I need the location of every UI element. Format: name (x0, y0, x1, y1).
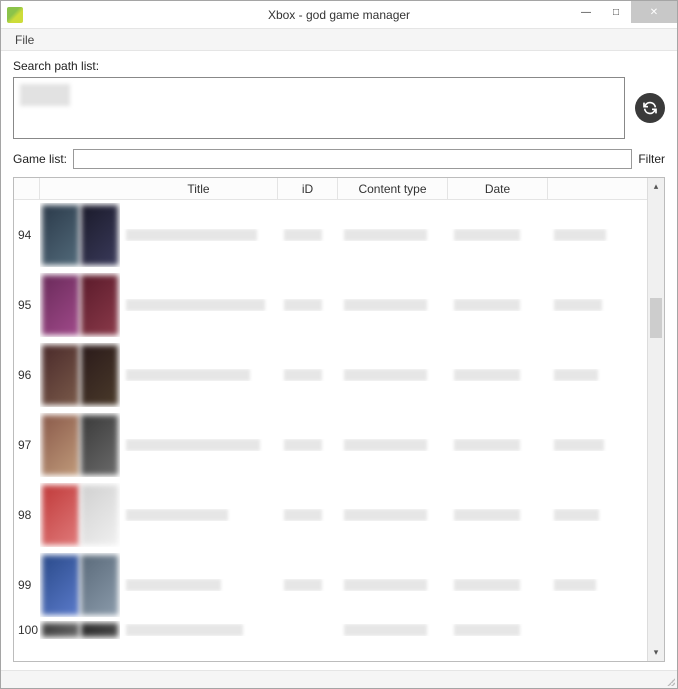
window-controls: — □ ✕ (571, 1, 677, 23)
scroll-up-icon[interactable]: ▴ (648, 178, 664, 195)
scroll-down-icon[interactable]: ▾ (648, 644, 664, 661)
table-body: 94 95 (14, 200, 647, 640)
row-thumbnail (40, 343, 120, 407)
row-date (448, 229, 548, 241)
row-number: 97 (14, 438, 40, 452)
col-extra[interactable] (548, 178, 647, 199)
row-id (278, 579, 338, 591)
gamelist-label: Game list: (13, 152, 67, 166)
table-row[interactable]: 99 (14, 550, 647, 620)
col-content-type[interactable]: Content type (338, 178, 448, 199)
resize-grip[interactable] (665, 676, 675, 686)
row-title (120, 624, 278, 636)
row-thumbnail (40, 273, 120, 337)
app-window: Xbox - god game manager — □ ✕ File Searc… (0, 0, 678, 689)
row-content-type (338, 439, 448, 451)
row-date (448, 369, 548, 381)
col-date[interactable]: Date (448, 178, 548, 199)
vertical-scrollbar[interactable]: ▴ ▾ (647, 178, 664, 661)
search-path-list[interactable] (13, 77, 625, 139)
row-content-type (338, 299, 448, 311)
close-button[interactable]: ✕ (631, 1, 677, 23)
row-number: 95 (14, 298, 40, 312)
refresh-icon (642, 100, 658, 116)
content-area: Search path list: Game list: Filter (1, 51, 677, 670)
table-scroll: Title iD Content type Date 94 (14, 178, 647, 661)
row-number: 99 (14, 578, 40, 592)
maximize-button[interactable]: □ (601, 1, 631, 23)
col-title[interactable]: Title (120, 178, 278, 199)
menubar: File (1, 29, 677, 51)
row-content-type (338, 229, 448, 241)
row-extra (548, 229, 647, 241)
row-number: 96 (14, 368, 40, 382)
col-thumbnail[interactable] (40, 178, 120, 199)
search-path-entry (20, 84, 70, 106)
row-title (120, 439, 278, 451)
row-thumbnail (40, 203, 120, 267)
row-id (278, 509, 338, 521)
table-row[interactable]: 100 (14, 620, 647, 640)
minimize-button[interactable]: — (571, 1, 601, 23)
scroll-thumb[interactable] (650, 298, 662, 338)
row-title (120, 579, 278, 591)
row-content-type (338, 509, 448, 521)
game-table: Title iD Content type Date 94 (13, 177, 665, 662)
row-number: 98 (14, 508, 40, 522)
row-extra (548, 439, 647, 451)
row-date (448, 579, 548, 591)
row-date (448, 509, 548, 521)
row-content-type (338, 624, 448, 636)
table-row[interactable]: 94 (14, 200, 647, 270)
statusbar (1, 670, 677, 688)
filter-label[interactable]: Filter (638, 152, 665, 166)
row-id (278, 439, 338, 451)
row-title (120, 229, 278, 241)
row-thumbnail (40, 553, 120, 617)
row-date (448, 299, 548, 311)
table-row[interactable]: 96 (14, 340, 647, 410)
table-row[interactable]: 97 (14, 410, 647, 480)
col-id[interactable]: iD (278, 178, 338, 199)
gamelist-filter-input[interactable] (73, 149, 632, 169)
row-extra (548, 579, 647, 591)
col-number[interactable] (14, 178, 40, 199)
titlebar[interactable]: Xbox - god game manager — □ ✕ (1, 1, 677, 29)
search-row (13, 77, 665, 139)
table-row[interactable]: 98 (14, 480, 647, 550)
row-id (278, 369, 338, 381)
app-icon (7, 7, 23, 23)
refresh-button[interactable] (635, 93, 665, 123)
row-number: 100 (14, 623, 40, 637)
row-title (120, 509, 278, 521)
row-title (120, 299, 278, 311)
row-date (448, 624, 548, 636)
row-thumbnail (40, 413, 120, 477)
menu-file[interactable]: File (7, 31, 42, 49)
row-content-type (338, 369, 448, 381)
row-content-type (338, 579, 448, 591)
row-extra (548, 509, 647, 521)
search-path-label: Search path list: (13, 59, 665, 73)
row-title (120, 369, 278, 381)
row-extra (548, 299, 647, 311)
row-thumbnail (40, 621, 120, 639)
row-id (278, 229, 338, 241)
row-extra (548, 369, 647, 381)
row-number: 94 (14, 228, 40, 242)
gamelist-row: Game list: Filter (13, 149, 665, 169)
table-row[interactable]: 95 (14, 270, 647, 340)
row-date (448, 439, 548, 451)
table-header: Title iD Content type Date (14, 178, 647, 200)
row-id (278, 299, 338, 311)
row-thumbnail (40, 483, 120, 547)
